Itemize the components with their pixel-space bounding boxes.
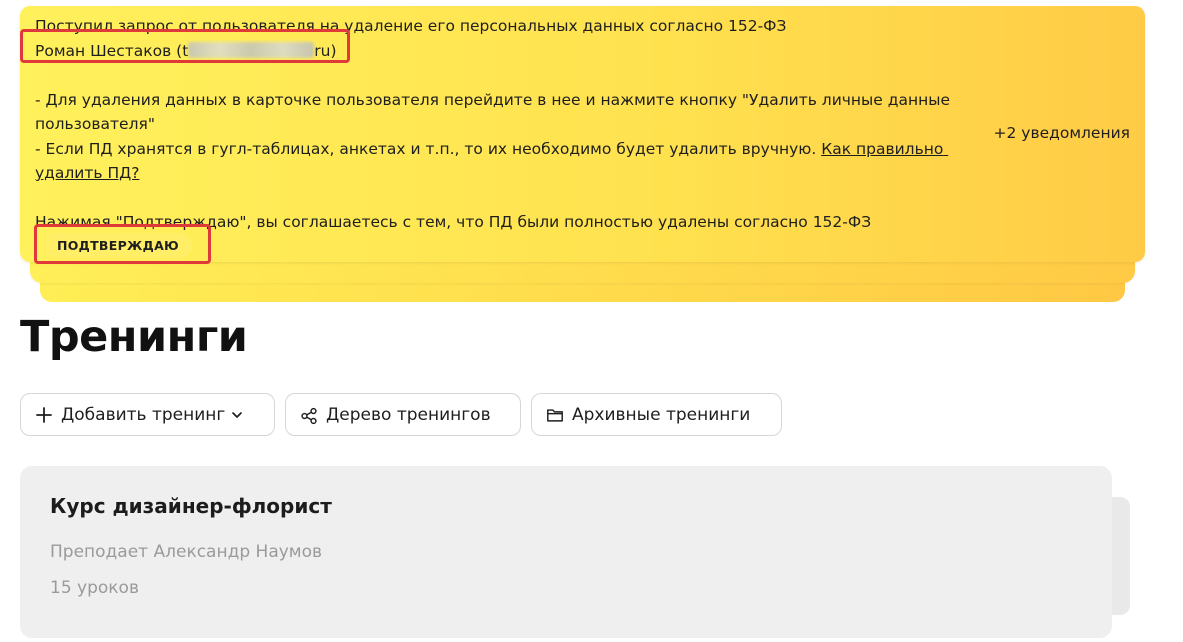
plus-icon — [35, 406, 53, 424]
notification-instruction-2: - Если ПД хранятся в гугл-таблицах, анке… — [35, 137, 975, 186]
confirm-button[interactable]: ПОДТВЕРЖДАЮ — [44, 233, 192, 258]
training-tree-button[interactable]: Дерево тренингов — [285, 393, 521, 436]
page-title: Тренинги — [20, 312, 248, 362]
add-training-label: Добавить тренинг — [61, 404, 226, 425]
training-title: Курс дизайнер-флорист — [50, 494, 332, 518]
add-training-button[interactable]: Добавить тренинг — [20, 393, 275, 436]
training-lessons-count: 15 уроков — [50, 578, 139, 598]
instruction-2-text: - Если ПД хранятся в гугл-таблицах, анке… — [35, 139, 822, 158]
more-notifications-link[interactable]: +2 уведомления — [994, 124, 1131, 142]
training-card[interactable]: Курс дизайнер-флорист Преподает Александ… — [20, 466, 1112, 638]
user-highlight-box — [20, 29, 350, 63]
archived-trainings-button[interactable]: Архивные тренинги — [531, 393, 782, 436]
training-tree-label: Дерево тренингов — [326, 404, 491, 425]
folder-icon — [546, 406, 564, 424]
archived-trainings-label: Архивные тренинги — [572, 404, 751, 425]
chevron-down-icon — [231, 409, 243, 421]
share-nodes-icon — [300, 406, 318, 424]
training-teacher: Преподает Александр Наумов — [50, 542, 323, 562]
notification-instruction-1: - Для удаления данных в карточке пользов… — [35, 90, 955, 134]
notification-card: Поступил запрос от пользователя на удале… — [20, 6, 1145, 264]
confirm-highlight-box: ПОДТВЕРЖДАЮ — [34, 224, 211, 264]
